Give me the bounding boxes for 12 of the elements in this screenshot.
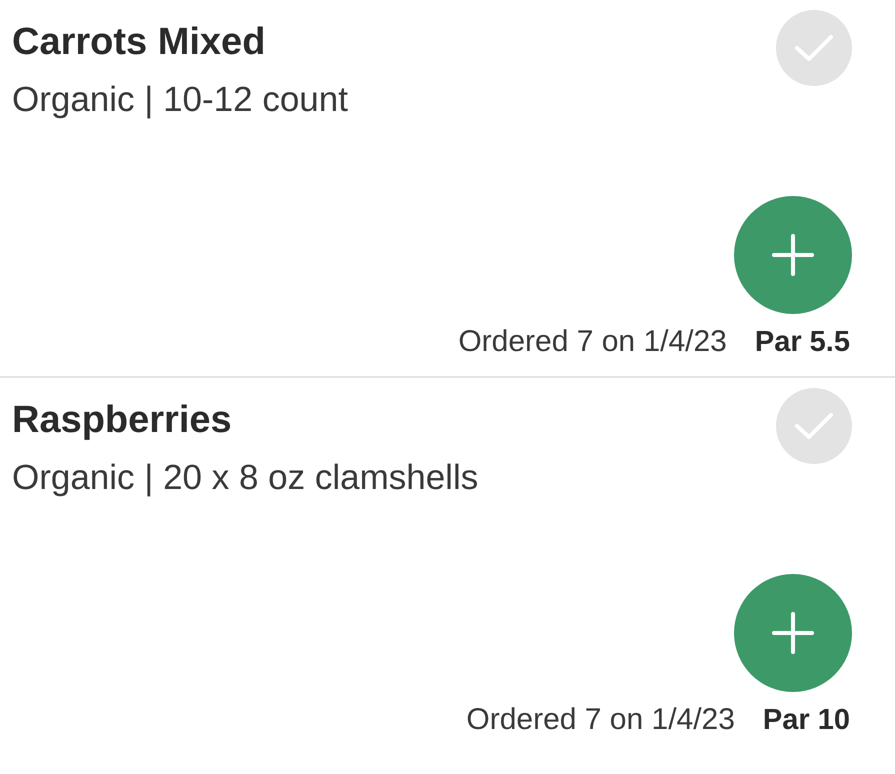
par-level: Par 10 (762, 703, 850, 738)
plus-icon (771, 611, 815, 655)
product-name: Carrots Mixed (12, 20, 266, 65)
product-description: Organic | 10-12 count (12, 79, 348, 121)
par-level: Par 5.5 (754, 325, 850, 360)
product-description: Organic | 20 x 8 oz clamshells (12, 457, 478, 499)
check-icon (794, 411, 834, 441)
product-name: Raspberries (12, 398, 233, 443)
plus-icon (771, 233, 815, 277)
order-history: Ordered 7 on 1/4/23 (466, 702, 735, 738)
check-icon (794, 33, 834, 63)
order-history: Ordered 7 on 1/4/23 (458, 324, 727, 360)
